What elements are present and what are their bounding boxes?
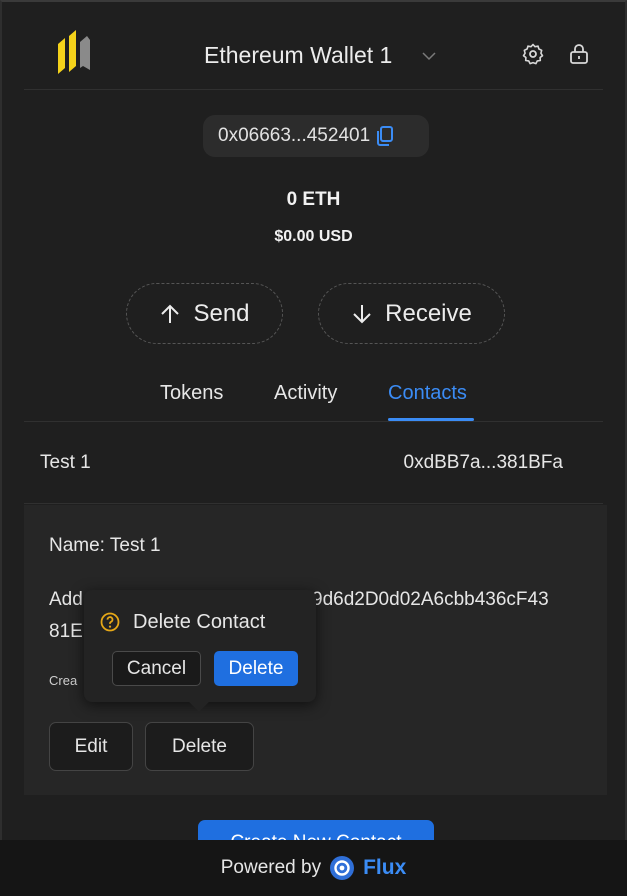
header: Ethereum Wallet 1 — [24, 0, 603, 90]
confirm-delete-button[interactable]: Delete — [214, 651, 298, 686]
lock-icon[interactable] — [567, 42, 591, 66]
tab-contacts[interactable]: Contacts — [388, 382, 467, 405]
chevron-down-icon — [422, 51, 436, 60]
copy-icon[interactable] — [376, 126, 394, 146]
active-tab-indicator — [388, 418, 474, 421]
flux-logo-icon — [330, 856, 355, 880]
balance-eth: 0 ETH — [286, 189, 341, 210]
wallet-name: Ethereum Wallet 1 — [204, 42, 393, 68]
tab-tokens[interactable]: Tokens — [160, 382, 223, 405]
wallet-selector[interactable]: Ethereum Wallet 1 — [204, 42, 436, 69]
receive-label: Receive — [385, 299, 472, 327]
flux-brand[interactable]: Flux — [363, 856, 406, 880]
wallet-logo-icon[interactable] — [54, 30, 94, 74]
wallet-address: 0x06663...452401 — [218, 125, 371, 146]
edit-contact-button[interactable]: Edit — [49, 722, 133, 771]
delete-contact-button[interactable]: Delete — [145, 722, 254, 771]
contact-name: Test 1 — [40, 452, 91, 473]
contact-detail-address-cont: 81E — [49, 621, 83, 642]
tab-activity[interactable]: Activity — [274, 382, 337, 405]
contact-address: 0xdBB7a...381BFa — [403, 452, 564, 473]
contact-detail-created: Crea — [49, 673, 78, 688]
receive-button[interactable]: Receive — [318, 283, 505, 344]
gear-icon[interactable] — [521, 42, 545, 66]
popover-title: Delete Contact — [133, 611, 266, 633]
send-button[interactable]: Send — [126, 283, 283, 344]
contact-detail-address-label: Add — [49, 589, 83, 610]
balance-usd: $0.00 USD — [274, 228, 353, 245]
powered-by-label: Powered by — [220, 857, 322, 878]
arrow-up-icon — [161, 304, 180, 323]
delete-confirm-popover: Delete Contact Cancel Delete — [84, 590, 316, 702]
footer: Powered by Flux — [0, 840, 627, 896]
contact-detail-name: Name: Test 1 — [49, 535, 161, 556]
question-circle-icon — [100, 612, 120, 632]
tab-bar: Tokens Activity Contacts — [24, 370, 603, 422]
send-label: Send — [193, 299, 250, 327]
contact-detail-address: 9d6d2D0d02A6cbb436cF43 — [312, 589, 549, 610]
wallet-address-pill[interactable]: 0x06663...452401 — [203, 115, 429, 157]
cancel-button[interactable]: Cancel — [112, 651, 201, 686]
contact-list-item[interactable]: Test 1 0xdBB7a...381BFa — [24, 424, 603, 504]
arrow-down-icon — [353, 304, 371, 323]
